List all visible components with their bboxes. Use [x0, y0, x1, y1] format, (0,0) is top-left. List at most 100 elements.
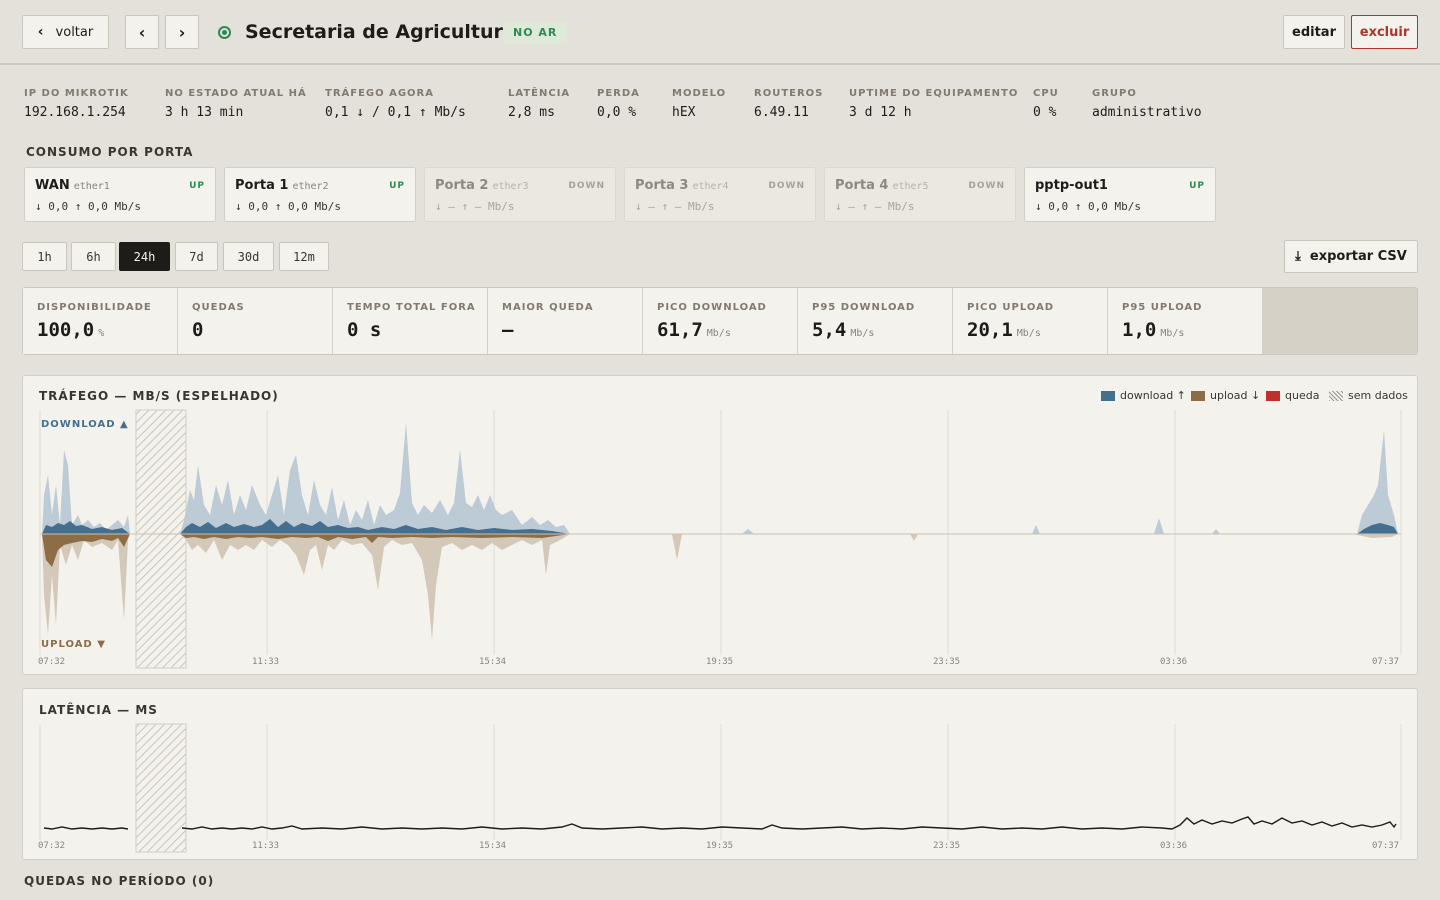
port-name: Porta 1 — [235, 178, 289, 193]
no-data-region — [135, 723, 187, 853]
x-tick-2: 15:34 — [479, 841, 506, 851]
back-button[interactable]: ‹ voltar — [22, 15, 109, 49]
x-tick-6: 07:37 — [1372, 841, 1399, 851]
delete-button[interactable]: excluir — [1351, 15, 1418, 49]
x-tick-0: 07:32 — [38, 657, 65, 667]
port-iface: ether1 — [73, 181, 110, 192]
port-rate: ↓ 0,0 ↑ 0,0 Mb/s — [35, 200, 141, 213]
x-tick-0: 07:32 — [38, 841, 65, 851]
kpi-p95-download: P95 DOWNLOAD 5,4 Mb/s — [798, 288, 953, 354]
chevron-left-icon: ‹ — [138, 22, 146, 42]
stat-model: MODELO hEX — [672, 88, 727, 120]
range-24h[interactable]: 24h — [119, 242, 170, 271]
kpi-peak-download: PICO DOWNLOAD 61,7 Mb/s — [643, 288, 798, 354]
kpi-total-downtime: TEMPO TOTAL FORA 0 s — [333, 288, 488, 354]
tick-labels: 07:32 11:33 15:34 19:35 23:35 03:36 07:3… — [38, 841, 1399, 851]
status-dot-icon — [218, 26, 231, 39]
export-csv-button[interactable]: ⤓ exportar CSV — [1284, 240, 1418, 273]
status-badge: NO AR — [503, 22, 568, 44]
port-rate: ↓ 0,0 ↑ 0,0 Mb/s — [1035, 200, 1141, 213]
page-title: Secretaria de Agricultura — [245, 21, 516, 43]
stat-ip: IP DO MIKROTIK 192.168.1.254 — [24, 88, 129, 120]
port-card-porta3[interactable]: Porta 3 ether4 DOWN ↓ — ↑ — Mb/s — [624, 167, 816, 222]
stat-cpu: CPU 0 % — [1033, 88, 1059, 120]
kpi-peak-upload: PICO UPLOAD 20,1 Mb/s — [953, 288, 1108, 354]
port-rate: ↓ — ↑ — Mb/s — [635, 200, 715, 213]
port-name: Porta 4 — [835, 178, 889, 193]
chevron-left-icon: ‹ — [37, 24, 44, 40]
port-rate: ↓ — ↑ — Mb/s — [835, 200, 915, 213]
range-12m[interactable]: 12m — [279, 242, 329, 271]
range-6h[interactable]: 6h — [71, 242, 116, 271]
port-state: DOWN — [768, 181, 805, 191]
x-tick-1: 11:33 — [252, 657, 279, 667]
x-tick-4: 23:35 — [933, 657, 960, 667]
download-area-light — [742, 518, 1220, 534]
x-tick-3: 19:35 — [706, 657, 733, 667]
range-7d[interactable]: 7d — [175, 242, 218, 271]
port-state: DOWN — [968, 181, 1005, 191]
export-csv-label: exportar CSV — [1309, 249, 1407, 264]
chevron-right-icon: › — [178, 22, 186, 42]
port-card-pptp-out1[interactable]: pptp-out1 UP ↓ 0,0 ↑ 0,0 Mb/s — [1024, 167, 1216, 222]
port-state: UP — [189, 181, 205, 191]
ports-title: CONSUMO POR PORTA — [26, 145, 194, 159]
download-area-light — [42, 450, 130, 534]
x-tick-1: 11:33 — [252, 841, 279, 851]
range-30d[interactable]: 30d — [223, 242, 274, 271]
stat-current-state: NO ESTADO ATUAL HÁ 3 h 13 min — [165, 88, 307, 120]
port-state: UP — [389, 181, 405, 191]
prev-button[interactable]: ‹ — [125, 15, 159, 49]
back-button-label: voltar — [55, 24, 94, 40]
stat-routeros: ROUTEROS 6.49.11 — [754, 88, 824, 120]
port-iface: ether4 — [692, 181, 729, 192]
stat-uptime: UPTIME DO EQUIPAMENTO 3 d 12 h — [849, 88, 1019, 120]
port-card-wan[interactable]: WAN ether1 UP ↓ 0,0 ↑ 0,0 Mb/s — [24, 167, 216, 222]
no-data-region — [135, 409, 187, 669]
x-tick-3: 19:35 — [706, 841, 733, 851]
latency-chart: 07:32 11:33 15:34 19:35 23:35 03:36 07:3… — [38, 723, 1402, 853]
tick-labels: 07:32 11:33 15:34 19:35 23:35 03:36 07:3… — [38, 657, 1399, 667]
download-area-light — [180, 423, 570, 534]
next-button[interactable]: › — [165, 15, 199, 49]
port-name: pptp-out1 — [1035, 178, 1108, 193]
kpi-longest-drop: MAIOR QUEDA — — [488, 288, 643, 354]
port-iface: ether2 — [292, 181, 329, 192]
download-axis-label: DOWNLOAD ▲ — [41, 419, 129, 430]
port-name: Porta 2 — [435, 178, 489, 193]
port-card-porta2[interactable]: Porta 2 ether3 DOWN ↓ — ↑ — Mb/s — [424, 167, 616, 222]
upload-area-light — [672, 534, 1398, 560]
latency-line — [181, 816, 1397, 830]
port-iface: ether5 — [892, 181, 929, 192]
x-tick-2: 15:34 — [479, 657, 506, 667]
upload-axis-label: UPLOAD ▼ — [41, 639, 106, 650]
range-1h[interactable]: 1h — [22, 242, 67, 271]
drops-title: QUEDAS NO PERÍODO (0) — [24, 874, 215, 888]
port-card-porta1[interactable]: Porta 1 ether2 UP ↓ 0,0 ↑ 0,0 Mb/s — [224, 167, 416, 222]
kpi-p95-upload: P95 UPLOAD 1,0 Mb/s — [1108, 288, 1263, 354]
port-iface: ether3 — [492, 181, 529, 192]
port-rate: ↓ 0,0 ↑ 0,0 Mb/s — [235, 200, 341, 213]
edit-button[interactable]: editar — [1283, 15, 1345, 49]
port-name: WAN — [35, 178, 70, 193]
stat-group: GRUPO administrativo — [1092, 88, 1202, 120]
upload-area-light — [180, 534, 570, 640]
port-rate: ↓ — ↑ — Mb/s — [435, 200, 515, 213]
port-state: UP — [1189, 181, 1205, 191]
latency-line — [43, 826, 129, 830]
header-divider — [0, 63, 1440, 65]
kpi-availability: DISPONIBILIDADE 100,0% — [23, 288, 178, 354]
port-name: Porta 3 — [635, 178, 689, 193]
kpi-drops: QUEDAS 0 — [178, 288, 333, 354]
stat-latency: LATÊNCIA 2,8 ms — [508, 88, 571, 120]
x-tick-5: 03:36 — [1160, 657, 1187, 667]
stat-loss: PERDA 0,0 % — [597, 88, 640, 120]
port-card-porta4[interactable]: Porta 4 ether5 DOWN ↓ — ↑ — Mb/s — [824, 167, 1016, 222]
x-tick-6: 07:37 — [1372, 657, 1399, 667]
kpi-strip: DISPONIBILIDADE 100,0% QUEDAS 0 TEMPO TOTA… — [22, 287, 1418, 355]
x-tick-4: 23:35 — [933, 841, 960, 851]
port-state: DOWN — [568, 181, 605, 191]
traffic-chart: 07:32 11:33 15:34 19:35 23:35 03:36 07:3… — [38, 409, 1402, 669]
download-area-light — [1357, 430, 1398, 534]
x-tick-5: 03:36 — [1160, 841, 1187, 851]
